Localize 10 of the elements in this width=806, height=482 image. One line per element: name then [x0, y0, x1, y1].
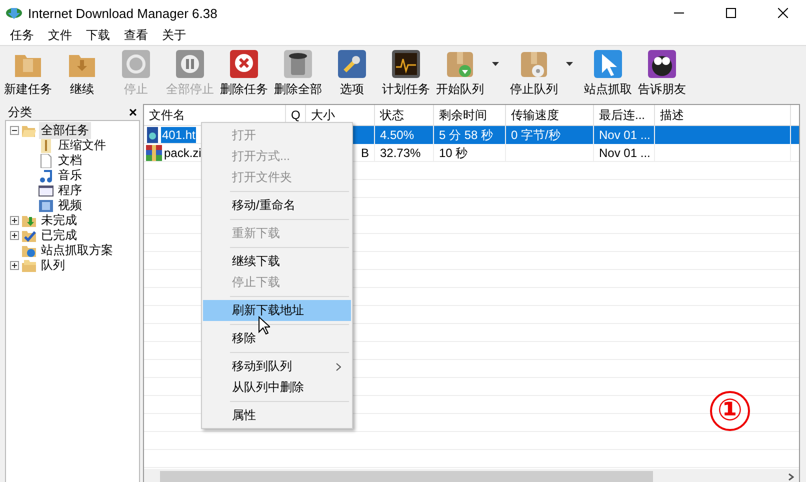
panel-title: 分类 [8, 104, 32, 120]
window-title: Internet Download Manager 6.38 [28, 6, 218, 20]
annotation-number: ① [710, 391, 750, 431]
table-cell: 5 分 58 秒 [434, 126, 506, 144]
table-cell: Nov 01 ... [594, 144, 655, 162]
table-cell: 0 字节/秒 [506, 126, 594, 144]
table-cell: 4.50% [375, 126, 434, 144]
table-cell: Nov 01 ... [594, 126, 655, 144]
table-cell: 32.73% [375, 144, 434, 162]
table-cell: 10 秒 [434, 144, 506, 162]
